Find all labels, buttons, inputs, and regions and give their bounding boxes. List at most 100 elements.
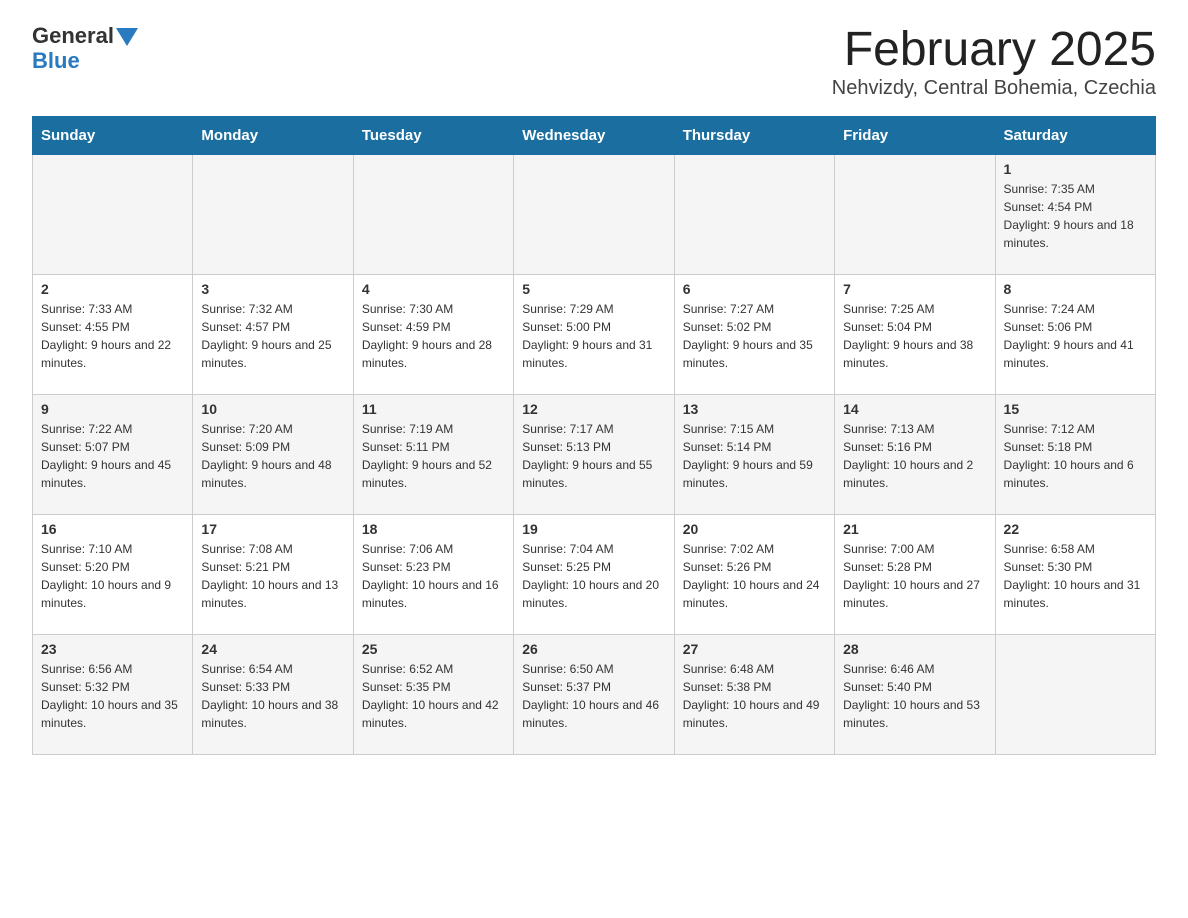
logo-arrow-icon — [116, 28, 138, 46]
day-number: 4 — [362, 281, 505, 297]
header-friday: Friday — [835, 116, 995, 154]
day-number: 24 — [201, 641, 344, 657]
day-info: Sunrise: 7:12 AMSunset: 5:18 PMDaylight:… — [1004, 420, 1147, 492]
calendar-cell: 7 Sunrise: 7:25 AMSunset: 5:04 PMDaylight… — [835, 274, 995, 394]
calendar-cell: 6 Sunrise: 7:27 AMSunset: 5:02 PMDaylight… — [674, 274, 834, 394]
header-wednesday: Wednesday — [514, 116, 674, 154]
page-header: General Blue February 2025 Nehvizdy, Cen… — [32, 24, 1156, 100]
day-info: Sunrise: 6:50 AMSunset: 5:37 PMDaylight:… — [522, 660, 665, 732]
calendar-cell: 10 Sunrise: 7:20 AMSunset: 5:09 PMDayligh… — [193, 394, 353, 514]
day-info: Sunrise: 6:56 AMSunset: 5:32 PMDaylight:… — [41, 660, 184, 732]
day-number: 2 — [41, 281, 184, 297]
calendar-cell: 3 Sunrise: 7:32 AMSunset: 4:57 PMDaylight… — [193, 274, 353, 394]
day-number: 15 — [1004, 401, 1147, 417]
calendar-cell: 19Sunrise: 7:04 AMSunset: 5:25 PMDayligh… — [514, 514, 674, 634]
day-info: Sunrise: 6:54 AMSunset: 5:33 PMDaylight:… — [201, 660, 344, 732]
calendar-cell: 15 Sunrise: 7:12 AMSunset: 5:18 PMDayligh… — [995, 394, 1155, 514]
calendar-week-5: 23 Sunrise: 6:56 AMSunset: 5:32 PMDayligh… — [33, 634, 1156, 754]
day-info: Sunrise: 6:58 AMSunset: 5:30 PMDaylight:… — [1004, 540, 1147, 612]
main-title: February 2025 — [832, 24, 1156, 77]
calendar-cell: 8 Sunrise: 7:24 AMSunset: 5:06 PMDaylight… — [995, 274, 1155, 394]
calendar-cell — [33, 154, 193, 274]
day-info: Sunrise: 7:15 AMSunset: 5:14 PMDaylight:… — [683, 420, 826, 492]
day-number: 20 — [683, 521, 826, 537]
calendar-header: Sunday Monday Tuesday Wednesday Thursday… — [33, 116, 1156, 154]
calendar-cell: 17 Sunrise: 7:08 AMSunset: 5:21 PMDayligh… — [193, 514, 353, 634]
day-number: 5 — [522, 281, 665, 297]
calendar-cell: 14 Sunrise: 7:13 AMSunset: 5:16 PMDayligh… — [835, 394, 995, 514]
day-number: 12 — [522, 401, 665, 417]
header-sunday: Sunday — [33, 116, 193, 154]
day-info: Sunrise: 7:00 AMSunset: 5:28 PMDaylight:… — [843, 540, 986, 612]
day-info: Sunrise: 7:06 AMSunset: 5:23 PMDaylight:… — [362, 540, 505, 612]
day-info: Sunrise: 6:52 AMSunset: 5:35 PMDaylight:… — [362, 660, 505, 732]
logo: General Blue — [32, 24, 138, 74]
day-info: Sunrise: 7:19 AMSunset: 5:11 PMDaylight:… — [362, 420, 505, 492]
day-number: 17 — [201, 521, 344, 537]
day-number: 1 — [1004, 161, 1147, 177]
day-info: Sunrise: 7:29 AMSunset: 5:00 PMDaylight:… — [522, 300, 665, 372]
calendar-table: Sunday Monday Tuesday Wednesday Thursday… — [32, 116, 1156, 755]
calendar-cell: 12 Sunrise: 7:17 AMSunset: 5:13 PMDayligh… — [514, 394, 674, 514]
day-number: 18 — [362, 521, 505, 537]
day-info: Sunrise: 7:32 AMSunset: 4:57 PMDaylight:… — [201, 300, 344, 372]
calendar-cell: 21 Sunrise: 7:00 AMSunset: 5:28 PMDayligh… — [835, 514, 995, 634]
subtitle: Nehvizdy, Central Bohemia, Czechia — [832, 77, 1156, 100]
day-info: Sunrise: 7:08 AMSunset: 5:21 PMDaylight:… — [201, 540, 344, 612]
day-info: Sunrise: 7:33 AMSunset: 4:55 PMDaylight:… — [41, 300, 184, 372]
calendar-cell: 9Sunrise: 7:22 AMSunset: 5:07 PMDaylight… — [33, 394, 193, 514]
header-thursday: Thursday — [674, 116, 834, 154]
day-number: 26 — [522, 641, 665, 657]
day-number: 16 — [41, 521, 184, 537]
day-number: 14 — [843, 401, 986, 417]
day-number: 7 — [843, 281, 986, 297]
day-number: 22 — [1004, 521, 1147, 537]
day-number: 21 — [843, 521, 986, 537]
day-number: 6 — [683, 281, 826, 297]
calendar-cell: 2 Sunrise: 7:33 AMSunset: 4:55 PMDaylight… — [33, 274, 193, 394]
day-info: Sunrise: 7:20 AMSunset: 5:09 PMDaylight:… — [201, 420, 344, 492]
calendar-cell — [514, 154, 674, 274]
header-saturday: Saturday — [995, 116, 1155, 154]
day-number: 27 — [683, 641, 826, 657]
day-info: Sunrise: 7:25 AMSunset: 5:04 PMDaylight:… — [843, 300, 986, 372]
calendar-cell: 1 Sunrise: 7:35 AMSunset: 4:54 PMDaylight… — [995, 154, 1155, 274]
calendar-cell: 23 Sunrise: 6:56 AMSunset: 5:32 PMDayligh… — [33, 634, 193, 754]
day-info: Sunrise: 7:22 AMSunset: 5:07 PMDaylight:… — [41, 420, 184, 492]
calendar-cell: 24 Sunrise: 6:54 AMSunset: 5:33 PMDayligh… — [193, 634, 353, 754]
calendar-week-1: 1 Sunrise: 7:35 AMSunset: 4:54 PMDaylight… — [33, 154, 1156, 274]
day-number: 28 — [843, 641, 986, 657]
header-monday: Monday — [193, 116, 353, 154]
title-block: February 2025 Nehvizdy, Central Bohemia,… — [832, 24, 1156, 100]
calendar-cell: 4Sunrise: 7:30 AMSunset: 4:59 PMDaylight… — [353, 274, 513, 394]
calendar-cell: 25Sunrise: 6:52 AMSunset: 5:35 PMDayligh… — [353, 634, 513, 754]
day-info: Sunrise: 7:02 AMSunset: 5:26 PMDaylight:… — [683, 540, 826, 612]
day-number: 10 — [201, 401, 344, 417]
header-tuesday: Tuesday — [353, 116, 513, 154]
calendar-body: 1 Sunrise: 7:35 AMSunset: 4:54 PMDaylight… — [33, 154, 1156, 754]
calendar-cell — [674, 154, 834, 274]
day-number: 8 — [1004, 281, 1147, 297]
calendar-cell: 5 Sunrise: 7:29 AMSunset: 5:00 PMDaylight… — [514, 274, 674, 394]
day-info: Sunrise: 7:13 AMSunset: 5:16 PMDaylight:… — [843, 420, 986, 492]
calendar-cell — [193, 154, 353, 274]
day-info: Sunrise: 7:35 AMSunset: 4:54 PMDaylight:… — [1004, 180, 1147, 252]
calendar-week-3: 9Sunrise: 7:22 AMSunset: 5:07 PMDaylight… — [33, 394, 1156, 514]
day-info: Sunrise: 7:27 AMSunset: 5:02 PMDaylight:… — [683, 300, 826, 372]
calendar-cell: 27Sunrise: 6:48 AMSunset: 5:38 PMDayligh… — [674, 634, 834, 754]
day-info: Sunrise: 7:17 AMSunset: 5:13 PMDaylight:… — [522, 420, 665, 492]
header-row: Sunday Monday Tuesday Wednesday Thursday… — [33, 116, 1156, 154]
day-number: 11 — [362, 401, 505, 417]
day-number: 3 — [201, 281, 344, 297]
calendar-cell: 13Sunrise: 7:15 AMSunset: 5:14 PMDayligh… — [674, 394, 834, 514]
calendar-cell — [835, 154, 995, 274]
day-info: Sunrise: 7:10 AMSunset: 5:20 PMDaylight:… — [41, 540, 184, 612]
day-info: Sunrise: 7:24 AMSunset: 5:06 PMDaylight:… — [1004, 300, 1147, 372]
calendar-week-2: 2 Sunrise: 7:33 AMSunset: 4:55 PMDaylight… — [33, 274, 1156, 394]
calendar-cell: 26 Sunrise: 6:50 AMSunset: 5:37 PMDayligh… — [514, 634, 674, 754]
day-info: Sunrise: 7:04 AMSunset: 5:25 PMDaylight:… — [522, 540, 665, 612]
calendar-cell — [995, 634, 1155, 754]
day-number: 23 — [41, 641, 184, 657]
calendar-cell: 16 Sunrise: 7:10 AMSunset: 5:20 PMDayligh… — [33, 514, 193, 634]
calendar-cell: 28Sunrise: 6:46 AMSunset: 5:40 PMDayligh… — [835, 634, 995, 754]
